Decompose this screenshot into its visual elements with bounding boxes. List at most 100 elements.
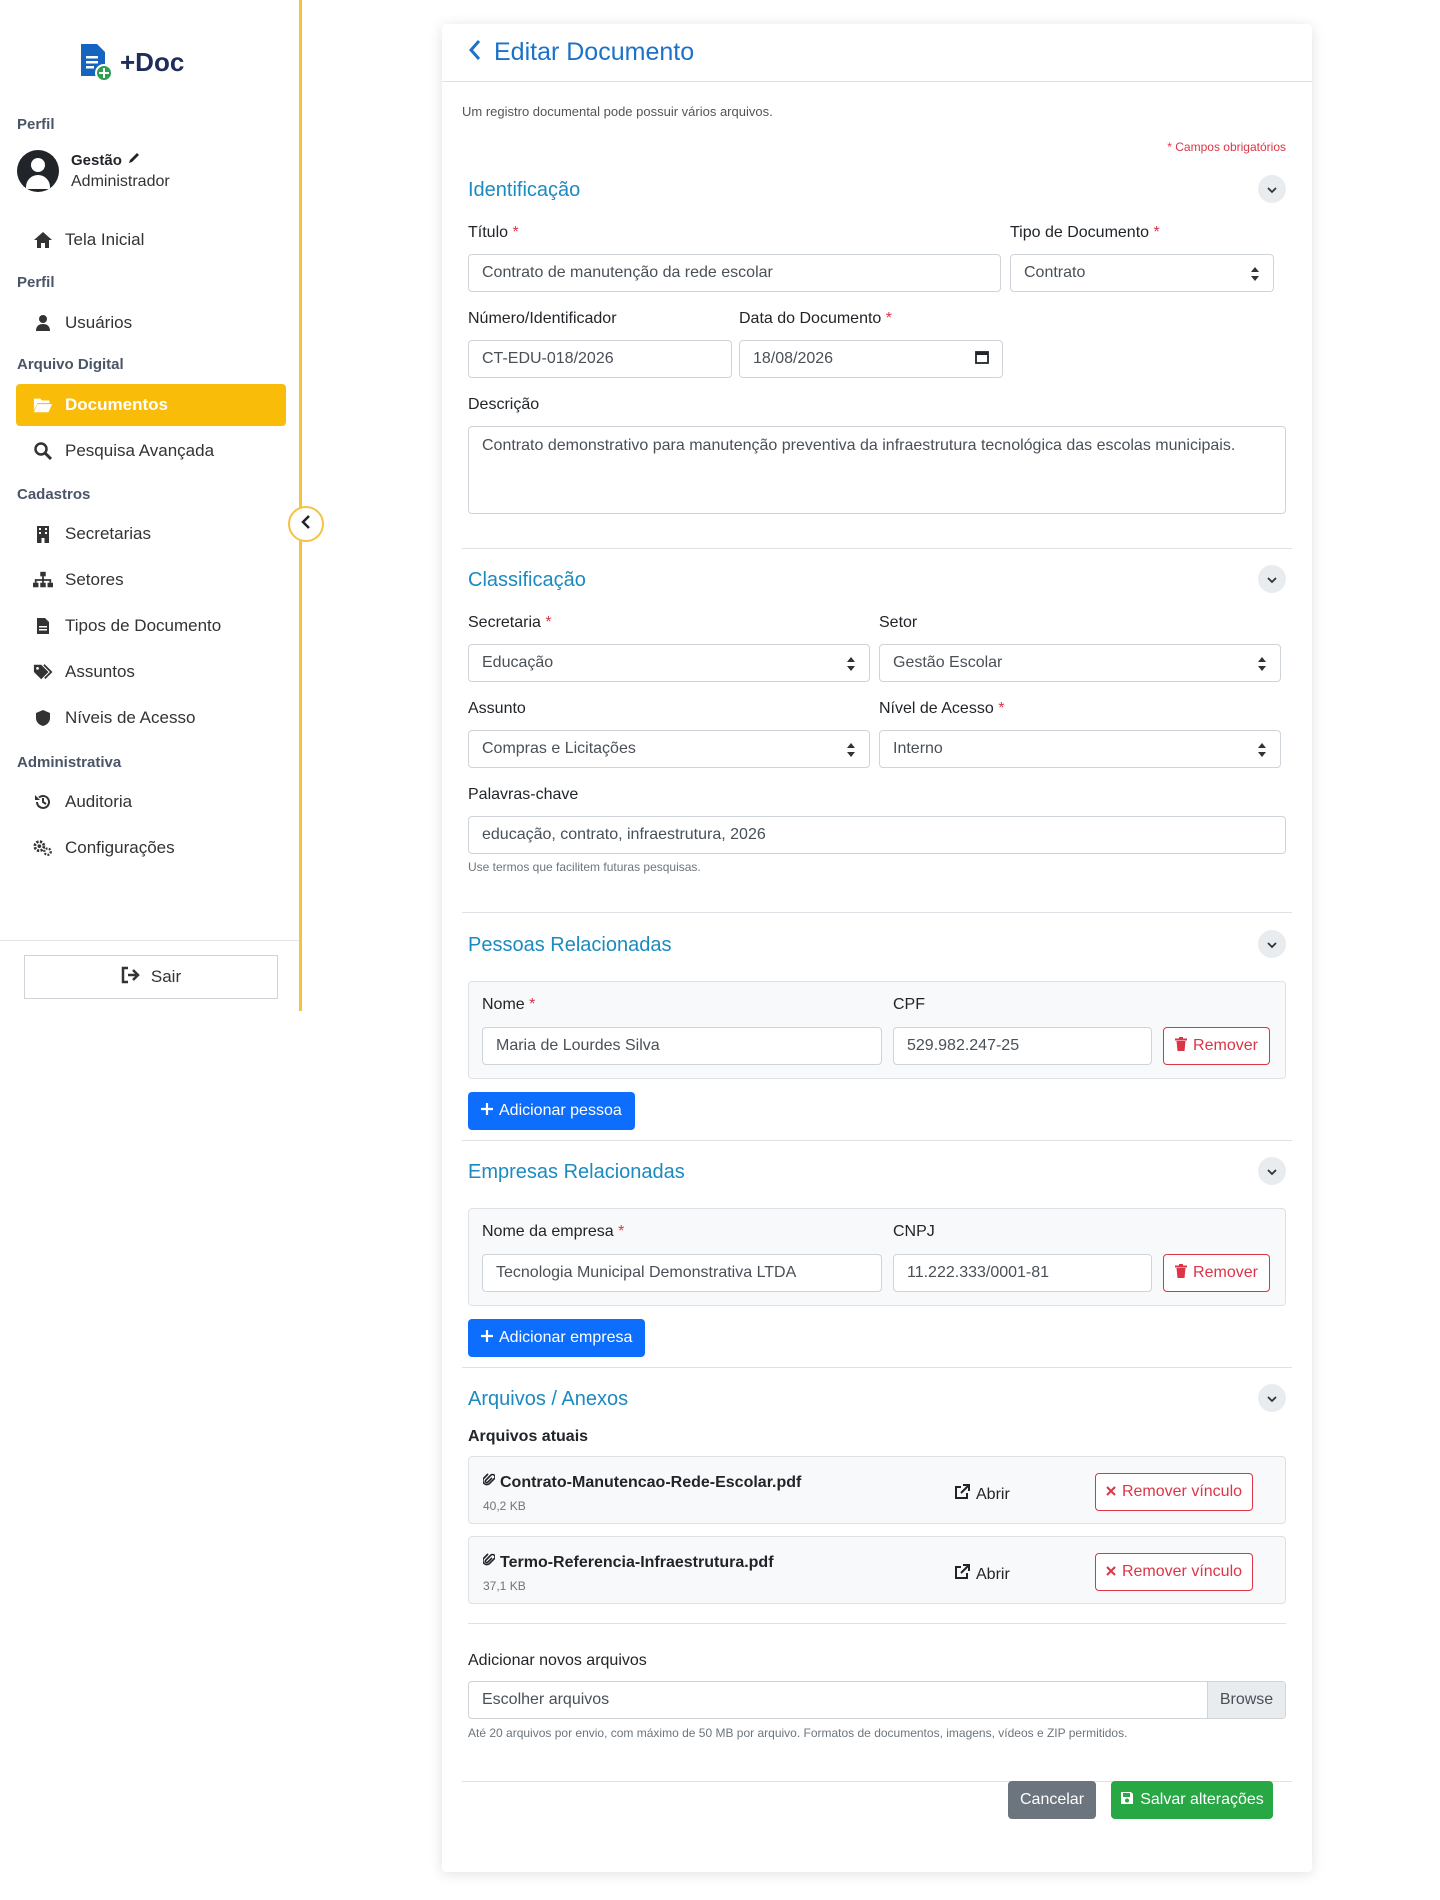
sidebar-item-niveis-de-acesso[interactable]: Níveis de Acesso — [16, 697, 286, 739]
empresa-cnpj-label: CNPJ — [893, 1223, 935, 1240]
required-fields-note: * Campos obrigatórios — [1167, 140, 1286, 154]
collapse-empresas-button[interactable] — [1258, 1157, 1286, 1185]
trash-icon — [1175, 1263, 1188, 1283]
remove-empresa-button[interactable]: Remover — [1163, 1254, 1270, 1292]
section-title-identificacao: Identificação — [468, 179, 581, 201]
pencil-icon[interactable] — [127, 151, 141, 169]
sign-out-icon — [121, 966, 141, 989]
upload-help: Até 20 arquivos por envio, com máximo de… — [468, 1726, 1128, 1740]
sidebar-item-usuarios[interactable]: Usuários — [16, 302, 286, 344]
sidebar-item-label: Níveis de Acesso — [65, 708, 196, 727]
sidebar-item-tela-inicial[interactable]: Tela Inicial — [16, 219, 286, 261]
profile-name: Gestão — [71, 151, 122, 169]
secretaria-select[interactable]: Educação — [468, 644, 870, 682]
section-divider — [462, 912, 1292, 913]
collapse-arquivos-button[interactable] — [1258, 1384, 1286, 1412]
form-subtitle: Um registro documental pode possuir vári… — [462, 104, 773, 119]
titulo-input[interactable]: Contrato de manutenção da rede escolar — [468, 254, 1001, 292]
file-size: 37,1 KB — [483, 1579, 526, 1593]
sidebar-divider — [0, 940, 299, 941]
back-chevron-icon[interactable] — [468, 38, 482, 67]
unlink-file-button[interactable]: Remover vínculo — [1095, 1473, 1253, 1511]
files-divider — [468, 1623, 1286, 1624]
logout-label: Sair — [150, 967, 182, 986]
section-title-classificacao: Classificação — [468, 569, 586, 591]
sidebar-item-label: Usuários — [65, 313, 133, 332]
calendar-icon[interactable] — [975, 350, 989, 369]
profile-name-row: Gestão — [71, 151, 170, 169]
sidebar-collapse-button[interactable] — [288, 506, 324, 542]
sidebar-item-tipos-de-documento[interactable]: Tipos de Documento — [16, 605, 286, 647]
data-documento-label: Data do Documento * — [739, 310, 892, 327]
app-logo[interactable]: +Doc — [78, 42, 184, 82]
unlink-file-button[interactable]: Remover vínculo — [1095, 1553, 1253, 1591]
section-label-perfil-2: Perfil — [17, 274, 55, 291]
novos-arquivos-label: Adicionar novos arquivos — [468, 1652, 647, 1669]
empresa-cnpj-input[interactable]: 11.222.333/0001-81 — [893, 1254, 1152, 1292]
document-add-icon — [78, 42, 114, 82]
section-title-pessoas: Pessoas Relacionadas — [468, 934, 672, 956]
chevron-down-icon — [1267, 179, 1277, 199]
collapse-classificacao-button[interactable] — [1258, 565, 1286, 593]
chevron-down-icon — [1267, 569, 1277, 589]
nivel-acesso-select[interactable]: Interno — [879, 730, 1281, 768]
section-divider — [462, 1140, 1292, 1141]
tipo-documento-label: Tipo de Documento * — [1010, 224, 1160, 241]
sidebar-item-auditoria[interactable]: Auditoria — [16, 781, 286, 823]
data-documento-input[interactable]: 18/08/2026 — [739, 340, 1003, 378]
section-label-cadastros: Cadastros — [17, 486, 91, 503]
file-item: Termo-Referencia-Infraestrutura.pdf 37,1… — [468, 1536, 1286, 1604]
remove-pessoa-button[interactable]: Remover — [1163, 1027, 1270, 1065]
palavras-chave-help: Use termos que facilitem futuras pesquis… — [468, 860, 701, 874]
empresa-nome-label: Nome da empresa * — [482, 1223, 625, 1240]
sidebar-item-assuntos[interactable]: Assuntos — [16, 651, 286, 693]
sidebar-item-configuracoes[interactable]: Configurações — [16, 827, 286, 869]
numero-input[interactable]: CT-EDU-018/2026 — [468, 340, 732, 378]
setor-select[interactable]: Gestão Escolar — [879, 644, 1281, 682]
sidebar-item-label: Tipos de Documento — [65, 616, 222, 635]
section-label-perfil: Perfil — [17, 116, 55, 133]
sidebar-item-pesquisa-avancada[interactable]: Pesquisa Avançada — [16, 430, 286, 472]
sitemap-icon — [33, 570, 53, 590]
pessoa-row: Nome * Maria de Lourdes Silva CPF 529.98… — [468, 981, 1286, 1079]
sidebar-item-documentos[interactable]: Documentos — [16, 384, 286, 426]
sidebar-item-label: Secretarias — [65, 524, 151, 543]
folder-open-icon — [33, 395, 53, 415]
assunto-label: Assunto — [468, 700, 526, 717]
pessoa-nome-input[interactable]: Maria de Lourdes Silva — [482, 1027, 882, 1065]
collapse-pessoas-button[interactable] — [1258, 930, 1286, 958]
sidebar-item-setores[interactable]: Setores — [16, 559, 286, 601]
add-pessoa-button[interactable]: Adicionar pessoa — [468, 1092, 635, 1130]
tipo-documento-select[interactable]: Contrato — [1010, 254, 1274, 292]
browse-button[interactable]: Browse — [1207, 1682, 1285, 1718]
palavras-chave-input[interactable]: educação, contrato, infraestrutura, 2026 — [468, 816, 1286, 854]
empresa-nome-input[interactable]: Tecnologia Municipal Demonstrativa LTDA — [482, 1254, 882, 1292]
paperclip-icon — [482, 1553, 496, 1572]
palavras-chave-label: Palavras-chave — [468, 786, 579, 803]
pessoa-cpf-input[interactable]: 529.982.247-25 — [893, 1027, 1152, 1065]
logout-button[interactable]: Sair — [24, 955, 278, 999]
descricao-textarea[interactable]: Contrato demonstrativo para manutenção p… — [468, 426, 1286, 514]
save-button[interactable]: Salvar alterações — [1111, 1781, 1273, 1819]
chevron-down-icon — [1267, 934, 1277, 954]
section-title-empresas: Empresas Relacionadas — [468, 1161, 685, 1183]
empresa-row: Nome da empresa * Tecnologia Municipal D… — [468, 1208, 1286, 1306]
file-name: Contrato-Manutencao-Rede-Escolar.pdf — [482, 1473, 801, 1492]
assunto-select[interactable]: Compras e Licitações — [468, 730, 870, 768]
sidebar-item-secretarias[interactable]: Secretarias — [16, 513, 286, 555]
sidebar-item-label: Auditoria — [65, 792, 133, 811]
sidebar-item-label: Assuntos — [65, 662, 135, 681]
add-empresa-button[interactable]: Adicionar empresa — [468, 1319, 646, 1357]
sidebar: +Doc Perfil Gestão Administrador Tela In… — [0, 0, 302, 1011]
file-upload-input[interactable]: Escolher arquivos Browse — [468, 1681, 1286, 1719]
user-profile[interactable]: Gestão Administrador — [17, 150, 170, 192]
cancel-button[interactable]: Cancelar — [1008, 1781, 1096, 1819]
open-file-link[interactable]: Abrir — [954, 1484, 1010, 1505]
tags-icon — [33, 662, 53, 682]
open-file-link[interactable]: Abrir — [954, 1564, 1010, 1585]
cogs-icon — [33, 838, 53, 858]
file-name: Termo-Referencia-Infraestrutura.pdf — [482, 1553, 774, 1572]
chevron-down-icon — [1267, 1161, 1277, 1181]
save-icon — [1120, 1791, 1134, 1810]
collapse-identificacao-button[interactable] — [1258, 175, 1286, 203]
